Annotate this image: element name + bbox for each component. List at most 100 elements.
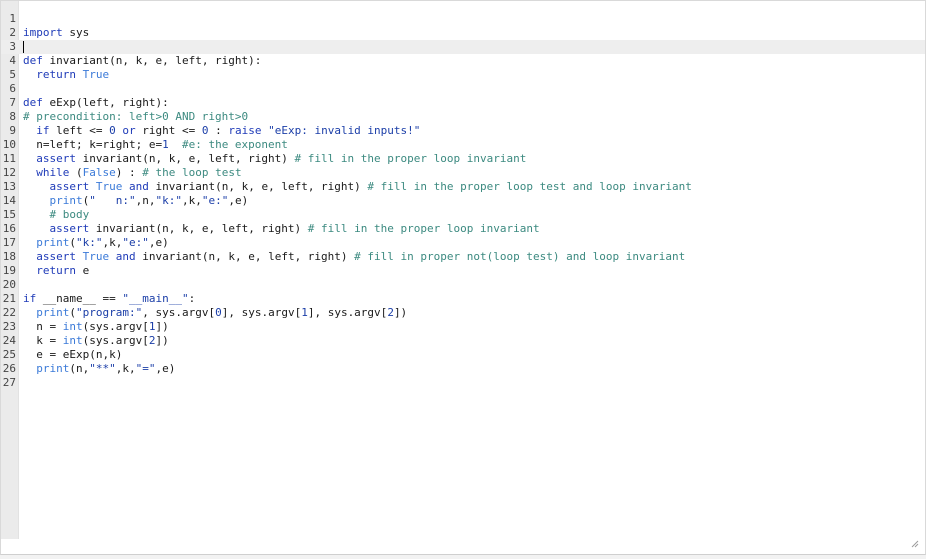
text-cursor [23,41,24,53]
code-line[interactable]: 20 [1,278,925,292]
code-line[interactable]: 17 print("k:",k,"e:",e) [1,236,925,250]
code-token: ( [69,166,83,179]
line-number: 26 [2,362,16,375]
code-token: 0 [109,124,116,137]
line-number: 6 [9,82,16,95]
line-code: # body [23,208,90,222]
code-token: invariant(n, k, e, left, right) [76,152,295,165]
line-code: if left <= 0 or right <= 0 : raise "eExp… [23,124,420,138]
code-line[interactable]: 24 k = int(sys.argv[2]) [1,334,925,348]
code-token: print [36,362,70,375]
code-token: True [82,68,110,81]
code-token: print [49,194,83,207]
line-code: print("program:", sys.argv[0], sys.argv[… [23,306,407,320]
code-token: (sys.argv[ [82,320,149,333]
code-token: # fill in proper not(loop test) and loop… [354,250,686,263]
line-number: 27 [2,376,16,389]
code-token: import [23,26,63,39]
code-line[interactable]: 13 assert True and invariant(n, k, e, le… [1,180,925,194]
code-line[interactable]: 6 [1,82,925,96]
code-token: "e:" [201,194,229,207]
code-line[interactable]: 4 def invariant(n, k, e, left, right): [1,54,925,68]
line-number: 19 [2,264,16,277]
code-line[interactable]: 15 # body [1,208,925,222]
code-token: ,e) [155,362,176,375]
code-token: , sys.argv[ [142,306,216,319]
line-number: 11 [2,152,16,165]
code-token: def [23,96,43,109]
code-line[interactable]: 11 assert invariant(n, k, e, left, right… [1,152,925,166]
line-number: 14 [2,194,16,207]
code-line[interactable]: 8 # precondition: left>0 AND right>0 [1,110,925,124]
code-token: and [115,250,136,263]
code-token: __name__ == [36,292,123,305]
code-token: invariant(n, k, e, left, right): [42,54,262,67]
code-token: invariant(n, k, e, left, right) [135,250,355,263]
code-line[interactable]: 27 [1,376,925,390]
code-line[interactable]: 3 [1,40,925,54]
code-line[interactable]: 1 [1,12,925,26]
code-token: int [62,334,83,347]
code-token: ,k, [102,236,123,249]
code-line[interactable]: 2 import sys [1,26,925,40]
code-line[interactable]: 9 if left <= 0 or right <= 0 : raise "eE… [1,124,925,138]
code-token: ( [69,306,76,319]
code-line[interactable]: 23 n = int(sys.argv[1]) [1,320,925,334]
code-line[interactable]: 14 print(" n:",n,"k:",k,"e:",e) [1,194,925,208]
code-line[interactable]: 7 def eExp(left, right): [1,96,925,110]
code-line[interactable]: 25 e = eExp(n,k) [1,348,925,362]
code-token: 2 [387,306,394,319]
code-editor[interactable]: 1 2 import sys 3 4 def invariant(n, k, e, lef… [0,0,926,555]
line-number: 18 [2,250,16,263]
line-number: 20 [2,278,16,291]
code-token: True [95,180,123,193]
code-line[interactable]: 16 assert invariant(n, k, e, left, right… [1,222,925,236]
code-line[interactable]: 10 n=left; k=right; e=1 #e: the exponent [1,138,925,152]
line-number: 24 [2,334,16,347]
code-line[interactable]: 5 return True [1,68,925,82]
code-token: invariant(n, k, e, left, right) [89,222,308,235]
line-code: k = int(sys.argv[2]) [23,334,169,348]
code-token: True [82,250,110,263]
code-token: print [36,236,70,249]
code-token: : [208,124,229,137]
code-token: print [36,306,70,319]
code-line[interactable]: 18 assert True and invariant(n, k, e, le… [1,250,925,264]
line-code: n=left; k=right; e=1 #e: the exponent [23,138,288,152]
code-line[interactable]: 26 print(n,"**",k,"=",e) [1,362,925,376]
line-code: return True [23,68,109,82]
bottom-bar [0,555,926,559]
code-token: if [36,124,50,137]
code-lines[interactable]: 1 2 import sys 3 4 def invariant(n, k, e, lef… [1,12,925,390]
code-line[interactable]: 21 if __name__ == "__main__": [1,292,925,306]
code-line[interactable]: 19 return e [1,264,925,278]
line-number: 12 [2,166,16,179]
resize-grip-icon[interactable] [911,540,919,548]
code-token: e [76,264,90,277]
code-token: ,e) [148,236,169,249]
line-number: 5 [9,68,16,81]
code-token: (n, [69,362,90,375]
code-token: eExp(left, right): [42,96,169,109]
line-code: def invariant(n, k, e, left, right): [23,54,261,68]
code-token: ]) [155,320,169,333]
code-token: ]) [155,334,169,347]
code-line[interactable]: 12 while (False) : # the loop test [1,166,925,180]
code-token: n=left; k=right; e= [23,138,163,151]
line-code: if __name__ == "__main__": [23,292,195,306]
code-token: "**" [89,362,116,375]
code-token: ,e) [228,194,249,207]
code-token: while [36,166,70,179]
line-number: 25 [2,348,16,361]
code-token: return [36,68,76,81]
code-token: # fill in the proper loop test and loop … [367,180,692,193]
code-line[interactable]: 22 print("program:", sys.argv[0], sys.ar… [1,306,925,320]
